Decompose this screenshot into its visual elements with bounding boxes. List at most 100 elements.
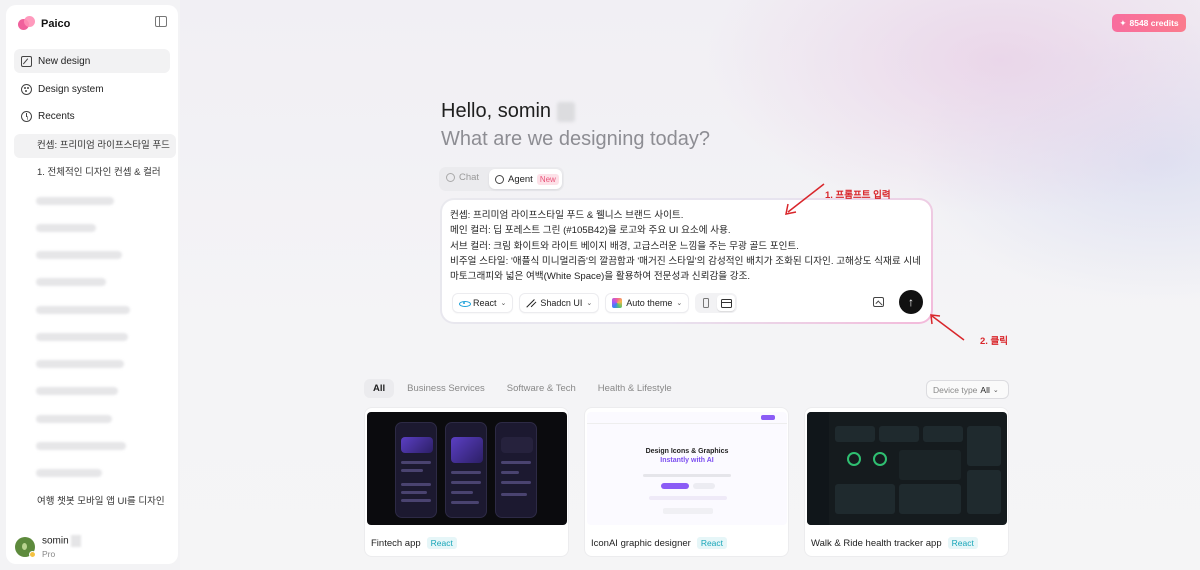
recent-item-redacted[interactable] bbox=[36, 251, 122, 259]
prompt-box: 컨셉: 프리미엄 라이프스타일 푸드 & 웰니스 브랜드 사이트. 메인 컬러:… bbox=[442, 200, 931, 322]
agent-label: Agent bbox=[508, 173, 533, 185]
theme-icon bbox=[612, 298, 623, 308]
framework-tag: React bbox=[696, 537, 728, 549]
brand-name: Paico bbox=[41, 18, 71, 30]
ui-library-select[interactable]: Shadcn UI ⌄ bbox=[519, 293, 600, 313]
tab-all[interactable]: All bbox=[364, 379, 395, 398]
card-title-text: Fintech app bbox=[371, 537, 421, 549]
template-card-fintech[interactable]: Fintech app React bbox=[364, 407, 569, 557]
send-button[interactable]: ↑ bbox=[899, 290, 923, 314]
recents-label: Recents bbox=[38, 110, 75, 122]
greeting: Hello, somin bbox=[441, 100, 576, 123]
recent-item[interactable]: 여행 챗봇 모바일 앱 UI를 디자인 bbox=[14, 490, 176, 514]
chat-icon bbox=[446, 173, 455, 182]
device-type-dropdown[interactable]: Device type All ⌄ bbox=[926, 380, 1009, 399]
image-upload-icon[interactable] bbox=[873, 297, 884, 307]
mode-switch: Chat Agent New bbox=[439, 167, 564, 191]
user-name: somin bbox=[42, 535, 81, 547]
chevron-down-icon: ⌄ bbox=[676, 300, 683, 307]
theme-label: Auto theme bbox=[626, 298, 673, 308]
history-icon bbox=[21, 110, 32, 122]
palette-icon bbox=[21, 83, 32, 95]
card-thumbnail bbox=[807, 412, 1007, 525]
desktop-device-button[interactable] bbox=[717, 295, 736, 311]
card-title: Walk & Ride health tracker app React bbox=[811, 537, 978, 549]
recent-item-redacted[interactable] bbox=[36, 415, 112, 423]
framework-tag: React bbox=[426, 537, 457, 549]
device-toggle bbox=[695, 293, 738, 313]
edit-icon bbox=[21, 55, 32, 67]
user-plan: Pro bbox=[42, 549, 56, 559]
recent-item-redacted[interactable] bbox=[36, 306, 130, 314]
sidebar: Paico New design Design system Recents 컨… bbox=[6, 5, 178, 564]
annotation-step-2: 2. 클릭 bbox=[980, 336, 1009, 347]
template-card-walk-ride[interactable]: Walk & Ride health tracker app React bbox=[804, 407, 1009, 557]
annotation-arrow-1 bbox=[785, 183, 825, 215]
recents-header[interactable]: Recents bbox=[14, 104, 170, 128]
chevron-down-icon: ⌄ bbox=[500, 300, 507, 307]
lightbulb-icon bbox=[495, 174, 504, 184]
brand[interactable]: Paico bbox=[18, 16, 70, 32]
card-title: IconAI graphic designer React bbox=[591, 537, 728, 549]
browser-icon bbox=[720, 298, 732, 308]
card-title-text: Walk & Ride health tracker app bbox=[811, 537, 942, 549]
recent-item-redacted[interactable] bbox=[36, 333, 128, 341]
framework-select[interactable]: React ⌄ bbox=[452, 293, 514, 313]
template-card-iconai[interactable]: Design Icons & Graphics Instantly with A… bbox=[584, 407, 789, 557]
recent-item[interactable]: 1. 전체적인 디자인 컨셉 & 컬러 bbox=[14, 161, 176, 185]
recent-item-redacted[interactable] bbox=[36, 360, 124, 368]
theme-select[interactable]: Auto theme ⌄ bbox=[605, 293, 690, 313]
tab-software-tech[interactable]: Software & Tech bbox=[498, 379, 585, 398]
credits-badge[interactable]: ✦ 8548 credits bbox=[1112, 14, 1186, 32]
user-profile[interactable]: somin Pro bbox=[15, 535, 81, 559]
framework-label: React bbox=[473, 298, 497, 308]
annotation-arrow-2 bbox=[930, 314, 965, 341]
paico-logo-icon bbox=[18, 16, 36, 32]
card-title-text: IconAI graphic designer bbox=[591, 537, 691, 549]
new-design-button[interactable]: New design bbox=[14, 49, 170, 73]
chat-mode-tab[interactable]: Chat bbox=[446, 172, 479, 183]
prompt-container: 컨셉: 프리미엄 라이프스타일 푸드 & 웰니스 브랜드 사이트. 메인 컬러:… bbox=[440, 198, 933, 324]
shadcn-icon bbox=[526, 298, 536, 308]
design-system-button[interactable]: Design system bbox=[14, 77, 170, 101]
chevron-down-icon: ⌄ bbox=[992, 386, 999, 394]
annotation-step-1: 1. 프롬프트 입력 bbox=[825, 190, 891, 201]
mobile-device-button[interactable] bbox=[697, 295, 715, 311]
category-tabs: All Business Services Software & Tech He… bbox=[364, 379, 681, 398]
tab-health-lifestyle[interactable]: Health & Lifestyle bbox=[589, 379, 681, 398]
ui-library-label: Shadcn UI bbox=[540, 298, 583, 308]
card-thumbnail: Design Icons & Graphics Instantly with A… bbox=[587, 412, 787, 525]
recent-item[interactable]: 컨셉: 프리미엄 라이프스타일 푸드 bbox=[14, 134, 176, 158]
recent-item-redacted[interactable] bbox=[36, 278, 106, 286]
avatar bbox=[15, 537, 36, 558]
recent-item-redacted[interactable] bbox=[36, 442, 126, 450]
phone-icon bbox=[703, 298, 710, 308]
card-thumbnail bbox=[367, 412, 567, 525]
credits-label: 8548 credits bbox=[1129, 18, 1179, 28]
recent-item-redacted[interactable] bbox=[36, 224, 96, 232]
react-icon bbox=[459, 298, 471, 308]
sidebar-collapse-icon[interactable] bbox=[155, 16, 167, 27]
device-type-label: Device type bbox=[933, 384, 978, 395]
framework-tag: React bbox=[947, 537, 978, 549]
device-type-value: All bbox=[980, 384, 990, 395]
design-system-label: Design system bbox=[38, 83, 104, 95]
new-badge: New bbox=[536, 173, 559, 185]
agent-mode-tab[interactable]: Agent New bbox=[489, 169, 562, 189]
sparkle-icon: ✦ bbox=[1119, 17, 1127, 28]
prompt-input[interactable]: 컨셉: 프리미엄 라이프스타일 푸드 & 웰니스 브랜드 사이트. 메인 컬러:… bbox=[450, 208, 928, 284]
card-title: Fintech app React bbox=[371, 537, 457, 549]
prompt-toolbar: React ⌄ Shadcn UI ⌄ Auto theme ⌄ bbox=[452, 293, 738, 313]
recent-item-redacted[interactable] bbox=[36, 197, 114, 205]
new-design-label: New design bbox=[38, 55, 91, 67]
tab-business-services[interactable]: Business Services bbox=[398, 379, 494, 398]
page-subtitle: What are we designing today? bbox=[441, 128, 711, 150]
chevron-down-icon: ⌄ bbox=[586, 300, 593, 307]
arrow-up-icon: ↑ bbox=[908, 295, 914, 309]
status-dot bbox=[29, 551, 36, 558]
recent-item-redacted[interactable] bbox=[36, 387, 118, 395]
thumb-subheading: Instantly with AI bbox=[660, 457, 714, 464]
chat-label: Chat bbox=[459, 172, 480, 183]
recent-item-redacted[interactable] bbox=[36, 469, 102, 477]
thumb-heading: Design Icons & Graphics bbox=[645, 448, 729, 455]
